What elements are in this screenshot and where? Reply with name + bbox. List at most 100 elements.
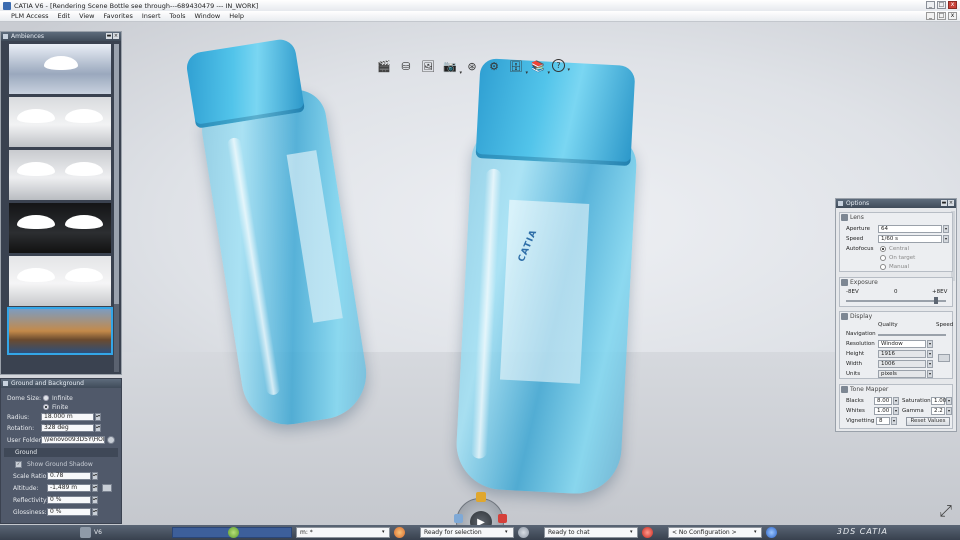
chat-icon[interactable] [518, 527, 529, 538]
exposure-slider-track[interactable] [846, 300, 946, 302]
menu-favorites[interactable]: Favorites [104, 12, 133, 20]
configuration-icon[interactable] [642, 527, 653, 538]
pick-altitude-icon[interactable] [102, 484, 112, 492]
camera-small-icon[interactable] [454, 514, 463, 523]
vignetting-stepper[interactable]: ▾ [891, 417, 897, 425]
picture-icon[interactable]: 🖼 [420, 58, 436, 74]
bottle-right[interactable]: CATIA [443, 57, 656, 511]
collapse-icon[interactable] [3, 381, 8, 386]
autofocus-central-radio[interactable] [880, 246, 886, 252]
navigation-slider-track[interactable] [878, 334, 946, 336]
ambience-thumb-6-selected[interactable] [7, 307, 113, 355]
rotation-input[interactable]: 328 deg [41, 424, 94, 432]
radius-stepper[interactable]: ▴▾ [95, 413, 101, 421]
browse-folder-icon[interactable] [107, 436, 115, 444]
globe-icon[interactable] [766, 527, 777, 538]
scrollbar-thumb[interactable] [114, 44, 119, 304]
chevron-down-icon[interactable]: ▾ [754, 529, 757, 535]
autofocus-target-radio[interactable] [880, 255, 886, 261]
menu-window[interactable]: Window [195, 12, 221, 20]
width-stepper[interactable]: ▾ [927, 360, 933, 368]
help-icon[interactable]: ? ▾ [552, 59, 570, 73]
chevron-down-icon[interactable]: ▾ [547, 70, 550, 76]
units-select[interactable]: pixels [878, 370, 926, 378]
ambience-thumb-2[interactable] [9, 97, 111, 147]
dome-infinite-radio[interactable] [43, 395, 49, 401]
saturation-stepper[interactable]: ▾ [946, 397, 952, 405]
settings-icon[interactable]: ⚙ [486, 58, 502, 74]
panel-minimize-icon[interactable]: ▬ [941, 200, 947, 206]
aperture-dropdown[interactable]: ▾ [943, 225, 949, 233]
axis-compass-icon[interactable]: ⤢ [939, 501, 952, 521]
scale-ratio-input[interactable]: 0.78 [47, 472, 91, 480]
height-stepper[interactable]: ▾ [927, 350, 933, 358]
clapper-icon[interactable]: 🎬 [376, 58, 392, 74]
chevron-down-icon[interactable]: ▾ [459, 70, 462, 76]
display-header[interactable]: Display [840, 312, 952, 321]
power-input-icon[interactable] [228, 527, 239, 538]
altitude-input[interactable]: -1,489 m [47, 484, 91, 492]
menu-help[interactable]: Help [229, 12, 244, 20]
blacks-stepper[interactable]: ▾ [893, 397, 899, 405]
camera-icon[interactable]: 📷 ▾ [442, 58, 462, 77]
panel-close-icon[interactable]: × [948, 200, 954, 206]
reset-values-button[interactable]: Reset Values [906, 417, 950, 426]
blacks-input[interactable]: 8.00 [874, 397, 892, 405]
ambience-thumb-5[interactable] [9, 256, 111, 306]
lights-icon[interactable] [476, 492, 486, 502]
glossiness-stepper[interactable]: ▴▾ [92, 508, 98, 516]
panel-close-icon[interactable]: × [113, 33, 119, 39]
vignetting-input[interactable]: 8 [876, 417, 890, 425]
chevron-down-icon[interactable]: ▾ [630, 529, 633, 535]
ambience-scrollbar[interactable] [114, 44, 119, 372]
lock-ratio-icon[interactable] [938, 354, 950, 362]
autofocus-manual-radio[interactable] [880, 264, 886, 270]
chevron-down-icon[interactable]: ▾ [505, 529, 508, 535]
database-icon[interactable]: 🗄 ▾ [508, 58, 528, 77]
gamma-stepper[interactable]: ▾ [946, 407, 952, 415]
chevron-down-icon[interactable]: ▾ [567, 67, 570, 73]
whites-stepper[interactable]: ▾ [893, 407, 899, 415]
lens-header[interactable]: Lens [840, 213, 952, 222]
menu-insert[interactable]: Insert [142, 12, 161, 20]
minimize-button[interactable]: _ [926, 1, 935, 9]
doc-minimize-button[interactable]: _ [926, 12, 935, 20]
resolution-select[interactable]: Window [878, 340, 926, 348]
speed-dropdown[interactable]: ▾ [943, 235, 949, 243]
resolution-dropdown[interactable]: ▾ [927, 340, 933, 348]
units-dropdown[interactable]: ▾ [927, 370, 933, 378]
stop-icon[interactable] [498, 514, 507, 523]
rotation-stepper[interactable]: ▴▾ [95, 424, 101, 432]
menu-tools[interactable]: Tools [170, 12, 186, 20]
disc-icon[interactable]: ⛁ [398, 58, 414, 74]
menu-view[interactable]: View [79, 12, 94, 20]
render-icon[interactable]: ⊛ [464, 58, 480, 74]
menu-edit[interactable]: Edit [57, 12, 70, 20]
ambience-thumb-1[interactable] [9, 44, 111, 94]
ambience-thumb-3[interactable] [9, 150, 111, 200]
saturation-input[interactable]: 1.00 [931, 397, 946, 405]
radius-input[interactable]: 18.000 m [41, 413, 94, 421]
user-folder-input[interactable]: \\lenovo093D5Y\HOMEVC [41, 436, 105, 444]
close-button[interactable]: x [948, 1, 957, 9]
whites-input[interactable]: 1.00 [874, 407, 892, 415]
restore-button[interactable]: □ [937, 1, 946, 9]
width-input[interactable]: 1006 [878, 360, 926, 368]
doc-close-button[interactable]: x [948, 12, 957, 20]
exposure-header[interactable]: Exposure [840, 278, 952, 287]
reflectivity-input[interactable]: 0 % [47, 496, 91, 504]
glossiness-input[interactable]: 0 % [47, 508, 91, 516]
show-ground-shadow-checkbox[interactable]: ✓ [15, 461, 22, 468]
chevron-down-icon[interactable]: ▾ [525, 70, 528, 76]
speed-input[interactable]: 1/60 s [878, 235, 942, 243]
gamma-input[interactable]: 2.2 [931, 407, 945, 415]
pencil-icon[interactable] [80, 527, 91, 538]
altitude-stepper[interactable]: ▴▾ [92, 484, 98, 492]
height-input[interactable]: 1916 [878, 350, 926, 358]
selection-icon[interactable] [394, 527, 405, 538]
render-viewport[interactable]: CATIA 🎬 ⛁ 🖼 📷 ▾ ⊛ ⚙ 🗄 ▾ 📚 ▾ ? ▾ ▶ ⤢ [0, 22, 960, 525]
exposure-slider-handle[interactable] [934, 297, 938, 304]
scale-ratio-stepper[interactable]: ▴▾ [92, 472, 98, 480]
reflectivity-stepper[interactable]: ▴▾ [92, 496, 98, 504]
tone-mapper-header[interactable]: Tone Mapper [840, 385, 952, 394]
